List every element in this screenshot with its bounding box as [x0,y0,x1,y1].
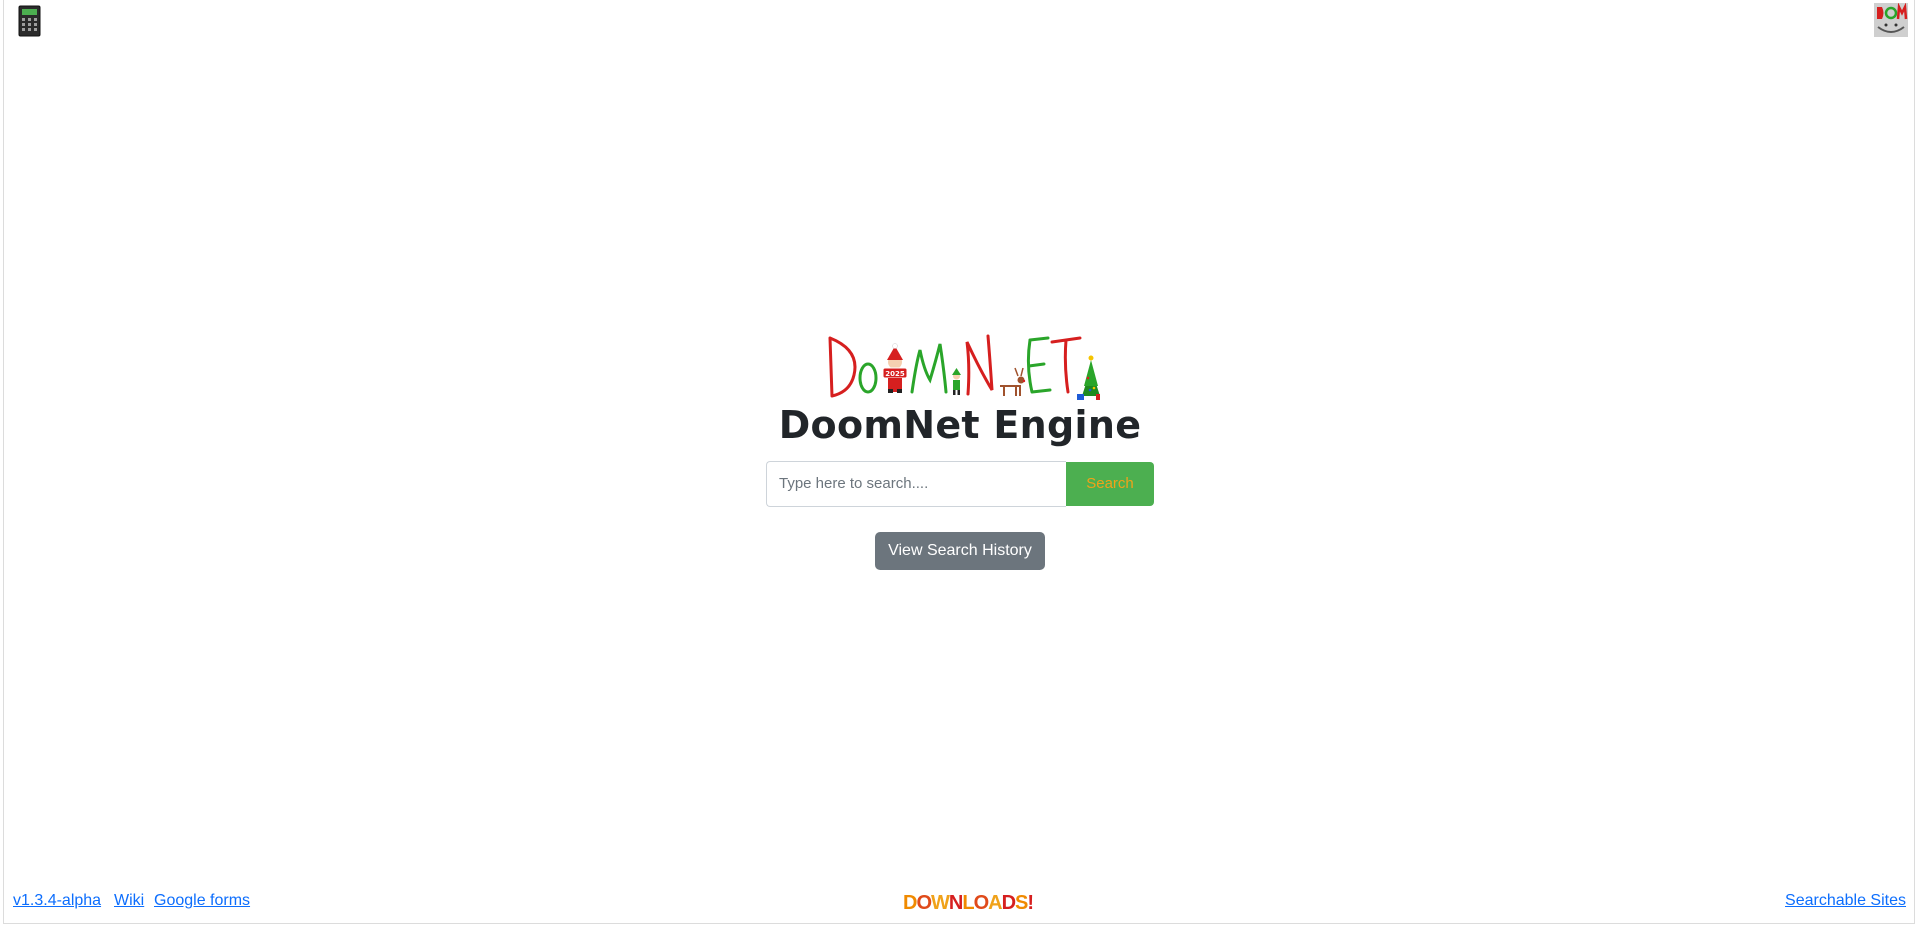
downloads-label: DOWNLOADS! [903,892,1034,914]
doomnet-logo: 2025 [828,334,1100,400]
calculator-icon[interactable] [18,5,41,37]
wiki-link[interactable]: Wiki [114,892,144,910]
search-button[interactable]: Search [1066,461,1154,506]
search-bar: Search [766,460,1154,507]
search-input[interactable] [766,460,1066,507]
doom-avatar-icon[interactable] [1874,3,1908,37]
footer: v1.3.4-alpha Wiki Google forms DOWNLOADS… [0,892,1920,916]
google-forms-link[interactable]: Google forms [154,892,250,910]
version-link[interactable]: v1.3.4-alpha [13,892,101,910]
view-search-history-button[interactable]: View Search History [875,531,1045,570]
search-panel: 2025 DoomNet Engine Search View Search H [0,330,1920,570]
downloads-link[interactable]: DOWNLOADS! [903,892,1034,915]
searchable-sites-link[interactable]: Searchable Sites [1785,892,1906,910]
page-title: DoomNet Engine [778,403,1142,447]
svg-text:2025: 2025 [885,370,905,378]
